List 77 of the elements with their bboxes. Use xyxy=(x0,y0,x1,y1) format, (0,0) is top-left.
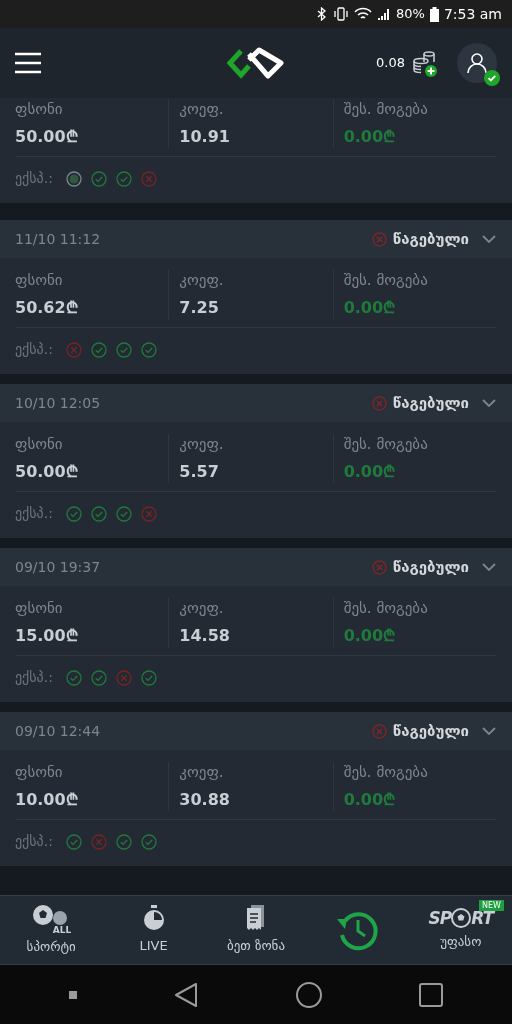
verified-check-icon xyxy=(484,70,500,86)
payout-amount: 0.00₾ xyxy=(343,297,397,319)
odds-value: 7.25 xyxy=(179,297,220,319)
nav-tab[interactable]: ბეთ ზონა xyxy=(204,896,308,964)
payout-label: შეს. მოგება xyxy=(343,598,429,618)
soccer-ball-icon xyxy=(451,908,472,929)
odds-value: 14.58 xyxy=(179,625,231,647)
payout-label: შეს. მოგება xyxy=(343,270,429,290)
chevron-down-icon[interactable] xyxy=(481,562,497,572)
stake-label: ფსონი xyxy=(15,762,64,782)
sport-logo: SP RT xyxy=(428,908,494,929)
legs-label: ექსპ.: xyxy=(15,340,53,359)
payout-amount: 0.00₾ xyxy=(343,126,397,148)
nav-tab[interactable]: LIVE xyxy=(102,896,205,964)
stake-amount: 50.00₾ xyxy=(15,461,79,483)
payout-label: შეს. მოგება xyxy=(343,99,429,119)
bet-date: 09/10 19:37 xyxy=(15,557,102,577)
stopwatch-icon xyxy=(141,904,166,933)
stake-label: ფსონი xyxy=(15,434,64,454)
odds-label: კოეფ. xyxy=(179,762,225,782)
payout-amount: 0.00₾ xyxy=(343,625,397,647)
stake-amount: 10.00₾ xyxy=(15,789,79,811)
user-icon xyxy=(466,52,488,74)
nav-label: LIVE xyxy=(139,937,168,956)
stake-label: ფსონი xyxy=(15,99,64,119)
odds-label: კოეფ. xyxy=(179,434,225,454)
recents-icon[interactable] xyxy=(419,982,444,1007)
bet-status: წაგებული xyxy=(392,392,469,414)
home-icon[interactable] xyxy=(295,981,322,1008)
payout-label: შეს. მოგება xyxy=(343,762,429,782)
chevron-down-icon[interactable] xyxy=(481,398,497,408)
bluetooth-icon xyxy=(316,7,328,21)
stake-label: ფსონი xyxy=(15,270,64,290)
odds-value: 10.91 xyxy=(179,126,231,148)
menu-icon[interactable] xyxy=(15,52,41,74)
payout-amount: 0.00₾ xyxy=(343,461,397,483)
bet-status: წაგებული xyxy=(392,556,469,578)
bet-status: წაგებული xyxy=(392,720,469,742)
stake-amount: 50.62₾ xyxy=(15,297,79,319)
battery-icon xyxy=(429,6,439,22)
legs-label: ექსპ.: xyxy=(15,668,53,687)
odds-label: კოეფ. xyxy=(179,270,225,290)
bet-status: წაგებული xyxy=(392,228,469,250)
stake-label: ფსონი xyxy=(15,598,64,618)
avatar-button[interactable] xyxy=(457,43,497,83)
payout-label: შეს. მოგება xyxy=(343,434,429,454)
nav-tab[interactable]: SP RT უფასო NEW xyxy=(409,896,512,964)
bet-date: 11/10 11:12 xyxy=(15,229,102,249)
logo-icon[interactable] xyxy=(227,47,285,79)
nav-label: ბეთ ზონა xyxy=(227,937,285,956)
signal-icon xyxy=(377,7,391,21)
bet-date: 10/10 12:05 xyxy=(15,393,102,413)
chevron-down-icon[interactable] xyxy=(481,726,497,736)
nav-label: სპორტი xyxy=(26,938,76,957)
back-icon[interactable] xyxy=(174,981,199,1008)
odds-value: 30.88 xyxy=(179,789,231,811)
clock-time: 7:53 am xyxy=(443,4,502,24)
legs-label: ექსპ.: xyxy=(15,504,53,523)
nav-tab[interactable]: ALL სპორტი xyxy=(0,896,103,964)
balance-amount: 0.08 xyxy=(376,54,405,73)
odds-label: კოეფ. xyxy=(179,598,225,618)
stake-amount: 15.00₾ xyxy=(15,625,79,647)
battery-percent: 80% xyxy=(396,5,425,24)
all-badge-text: ALL xyxy=(52,926,72,936)
legs-label: ექსპ.: xyxy=(15,169,53,188)
odds-value: 5.57 xyxy=(179,461,220,483)
wifi-icon xyxy=(354,7,372,21)
stake-amount: 50.00₾ xyxy=(15,126,79,148)
coins-add-icon[interactable] xyxy=(411,49,439,77)
new-badge: NEW xyxy=(479,900,505,911)
chevron-down-icon[interactable] xyxy=(481,234,497,244)
odds-label: კოეფ. xyxy=(179,99,225,119)
bet-date: 09/10 12:44 xyxy=(15,721,102,741)
nav-label: უფასო xyxy=(440,933,482,952)
vibrate-icon xyxy=(333,7,349,21)
payout-amount: 0.00₾ xyxy=(343,789,397,811)
legs-label: ექსპ.: xyxy=(15,832,53,851)
